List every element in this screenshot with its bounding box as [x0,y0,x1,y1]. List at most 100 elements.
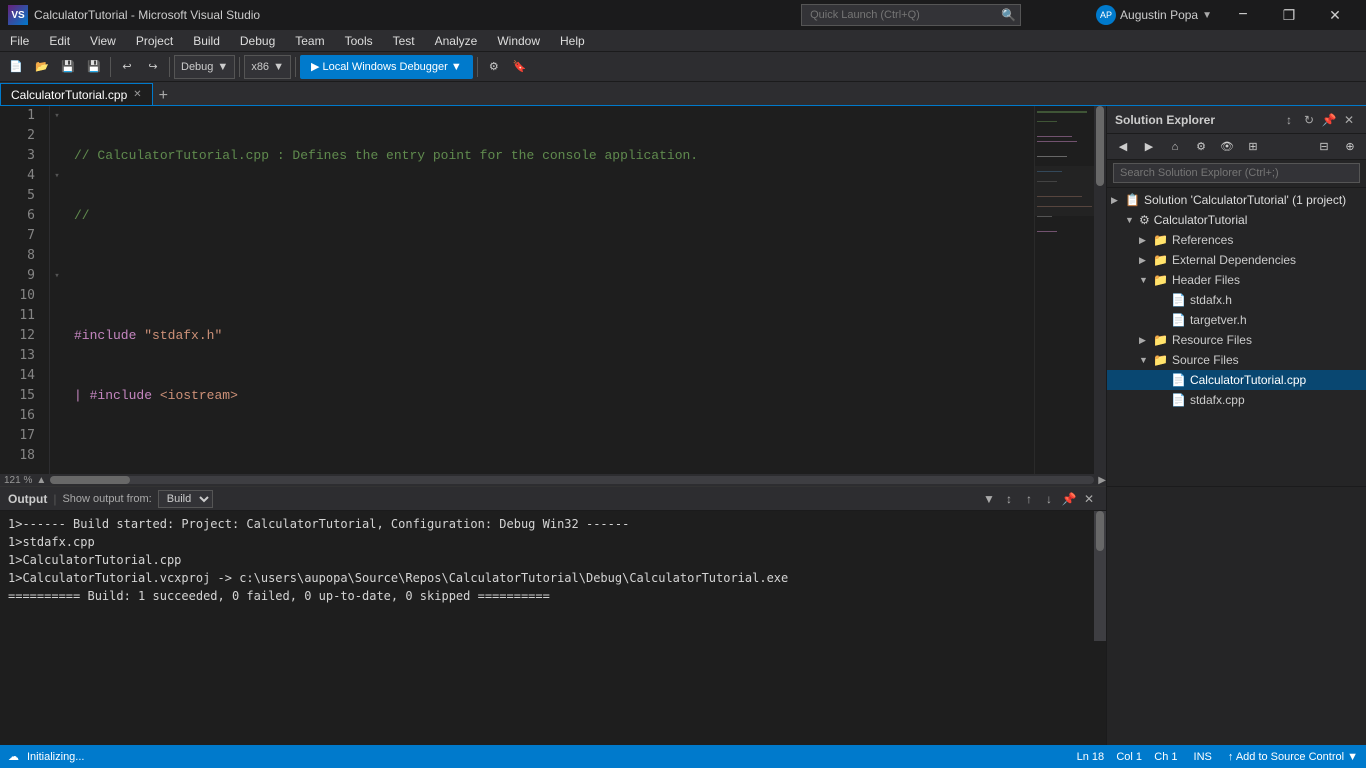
tree-item-source-files[interactable]: ▼ 📁 Source Files [1107,350,1366,370]
output-tab-label[interactable]: Output [8,492,47,506]
save-button[interactable]: 💾 [56,55,80,79]
platform-dropdown[interactable]: x86 ▼ [244,55,291,79]
tree-expand-resource-files[interactable]: ▶ [1139,335,1153,346]
menu-item-help[interactable]: Help [550,30,595,51]
menu-item-file[interactable]: File [0,30,39,51]
bookmark-button[interactable]: 🔖 [508,55,532,79]
se-filter-button[interactable]: ⊞ [1241,135,1265,159]
solution-explorer-search[interactable] [1107,160,1366,188]
quick-launch-input[interactable] [801,4,1021,26]
source-control[interactable]: ↑ Add to Source Control ▼ [1228,751,1358,763]
menu-item-test[interactable]: Test [383,30,425,51]
tree-item-resource-files[interactable]: ▶ 📁 Resource Files [1107,330,1366,350]
horizontal-scrollbar[interactable]: 121 % ▲ ▶ [0,474,1106,486]
fold-7 [50,226,64,246]
output-scrollbar[interactable] [1094,511,1106,641]
fold-17 [50,426,64,446]
new-tab-button[interactable]: + [153,87,174,105]
output-content[interactable]: 1>------ Build started: Project: Calcula… [0,511,1106,641]
tree-expand-project[interactable]: ▼ [1125,215,1139,225]
editor-scroll-area[interactable]: 1 2 3 4 5 6 7 8 9 10 11 12 13 14 15 16 1… [0,106,1106,474]
tree-item-ext-deps[interactable]: ▶ 📁 External Dependencies [1107,250,1366,270]
scroll-right-button[interactable]: ▶ [1098,475,1106,486]
resource-files-icon: 📁 [1153,333,1168,347]
breakpoints-button[interactable]: ⚙ [482,55,506,79]
fold-4[interactable]: ▾ [50,166,64,186]
toolbar-separator-4 [295,57,296,77]
se-pin-button[interactable]: 📌 [1320,111,1338,129]
zoom-expand-icon[interactable]: ▲ [36,475,46,486]
output-scrollbar-thumb[interactable] [1096,511,1104,551]
line-num-4: 4 [0,166,41,186]
open-button[interactable]: 📂 [30,55,54,79]
tree-item-references[interactable]: ▶ 📁 References [1107,230,1366,250]
code-content[interactable]: // CalculatorTutorial.cpp : Defines the … [64,106,1034,474]
fold-8 [50,246,64,266]
menu-item-build[interactable]: Build [183,30,230,51]
se-home-button[interactable]: ⌂ [1163,135,1187,159]
h-scroll-thumb[interactable] [50,476,130,484]
output-toolbar-btn-3[interactable]: ↑ [1020,490,1038,508]
menu-item-view[interactable]: View [80,30,126,51]
tree-expand-solution[interactable]: ▶ [1111,195,1125,206]
debug-config-dropdown[interactable]: Debug ▼ [174,55,235,79]
fold-1[interactable]: ▾ [50,106,64,126]
se-search-input[interactable] [1113,163,1360,183]
menu-item-project[interactable]: Project [126,30,183,51]
h-scroll-track[interactable] [50,476,1094,484]
se-refresh-button[interactable]: ↻ [1300,111,1318,129]
output-toolbar-btn-2[interactable]: ↕ [1000,490,1018,508]
tree-item-solution[interactable]: ▶ 📋 Solution 'CalculatorTutorial' (1 pro… [1107,190,1366,210]
status-right: Ln 18 Col 1 Ch 1 INS ↑ Add to Source Con… [1077,751,1358,763]
ln-col-info: Ln 18 Col 1 Ch 1 [1077,751,1178,763]
se-properties-button[interactable]: ⚙ [1189,135,1213,159]
menu-item-team[interactable]: Team [285,30,334,51]
undo-button[interactable]: ↩ [115,55,139,79]
save-all-button[interactable]: 💾 [82,55,106,79]
output-text: 1>------ Build started: Project: Calcula… [0,511,1094,641]
restore-button[interactable]: ❐ [1266,0,1312,30]
menu-item-debug[interactable]: Debug [230,30,285,51]
tree-expand-source-files[interactable]: ▼ [1139,355,1153,365]
editor-tab-calculatortutorial[interactable]: CalculatorTutorial.cpp ✕ [0,83,153,105]
menu-item-tools[interactable]: Tools [335,30,383,51]
se-show-all-button[interactable]: 👁 [1215,135,1239,159]
v-scrollbar-thumb[interactable] [1096,106,1104,186]
fold-9[interactable]: ▾ [50,266,64,286]
output-close-button[interactable]: ✕ [1080,490,1098,508]
output-toolbar-btn-1[interactable]: ▼ [980,490,998,508]
minimize-button[interactable]: − [1220,0,1266,30]
redo-button[interactable]: ↪ [141,55,165,79]
se-forward-button[interactable]: ▶ [1137,135,1161,159]
menu-item-edit[interactable]: Edit [39,30,80,51]
se-back-button[interactable]: ◀ [1111,135,1135,159]
tree-item-calc-cpp[interactable]: 📄 CalculatorTutorial.cpp [1107,370,1366,390]
tree-item-targetver-h[interactable]: 📄 targetver.h [1107,310,1366,330]
tree-expand-ext-deps[interactable]: ▶ [1139,255,1153,266]
tree-item-header-files[interactable]: ▼ 📁 Header Files [1107,270,1366,290]
insert-mode: INS [1194,751,1212,763]
tree-expand-references[interactable]: ▶ [1139,235,1153,246]
output-line-2: 1>stdafx.cpp [8,533,1086,551]
new-project-button[interactable]: 📄 [4,55,28,79]
close-button[interactable]: ✕ [1312,0,1358,30]
menu-item-window[interactable]: Window [487,30,550,51]
output-toolbar-btn-4[interactable]: ↓ [1040,490,1058,508]
tree-expand-header-files[interactable]: ▼ [1139,275,1153,285]
se-close-button[interactable]: ✕ [1340,111,1358,129]
menu-item-analyze[interactable]: Analyze [425,30,488,51]
search-area[interactable]: 🔍 [801,4,1016,26]
output-pin-button[interactable]: 📌 [1060,490,1078,508]
se-collapse-button[interactable]: ⊟ [1312,135,1336,159]
tab-close-button[interactable]: ✕ [133,89,141,100]
tree-item-stdafx-h[interactable]: 📄 stdafx.h [1107,290,1366,310]
solution-explorer-title: Solution Explorer [1115,113,1280,127]
se-sync-button[interactable]: ↕ [1280,111,1298,129]
run-button[interactable]: ▶ Local Windows Debugger ▼ [300,55,473,79]
output-source-select[interactable]: Build [158,490,213,508]
tree-item-project[interactable]: ▼ ⚙ CalculatorTutorial [1107,210,1366,230]
vertical-scrollbar[interactable] [1094,106,1106,474]
stdafx-h-icon: 📄 [1171,293,1186,307]
se-filter-tb-button[interactable]: ⊕ [1338,135,1362,159]
tree-item-stdafx-cpp[interactable]: 📄 stdafx.cpp [1107,390,1366,410]
